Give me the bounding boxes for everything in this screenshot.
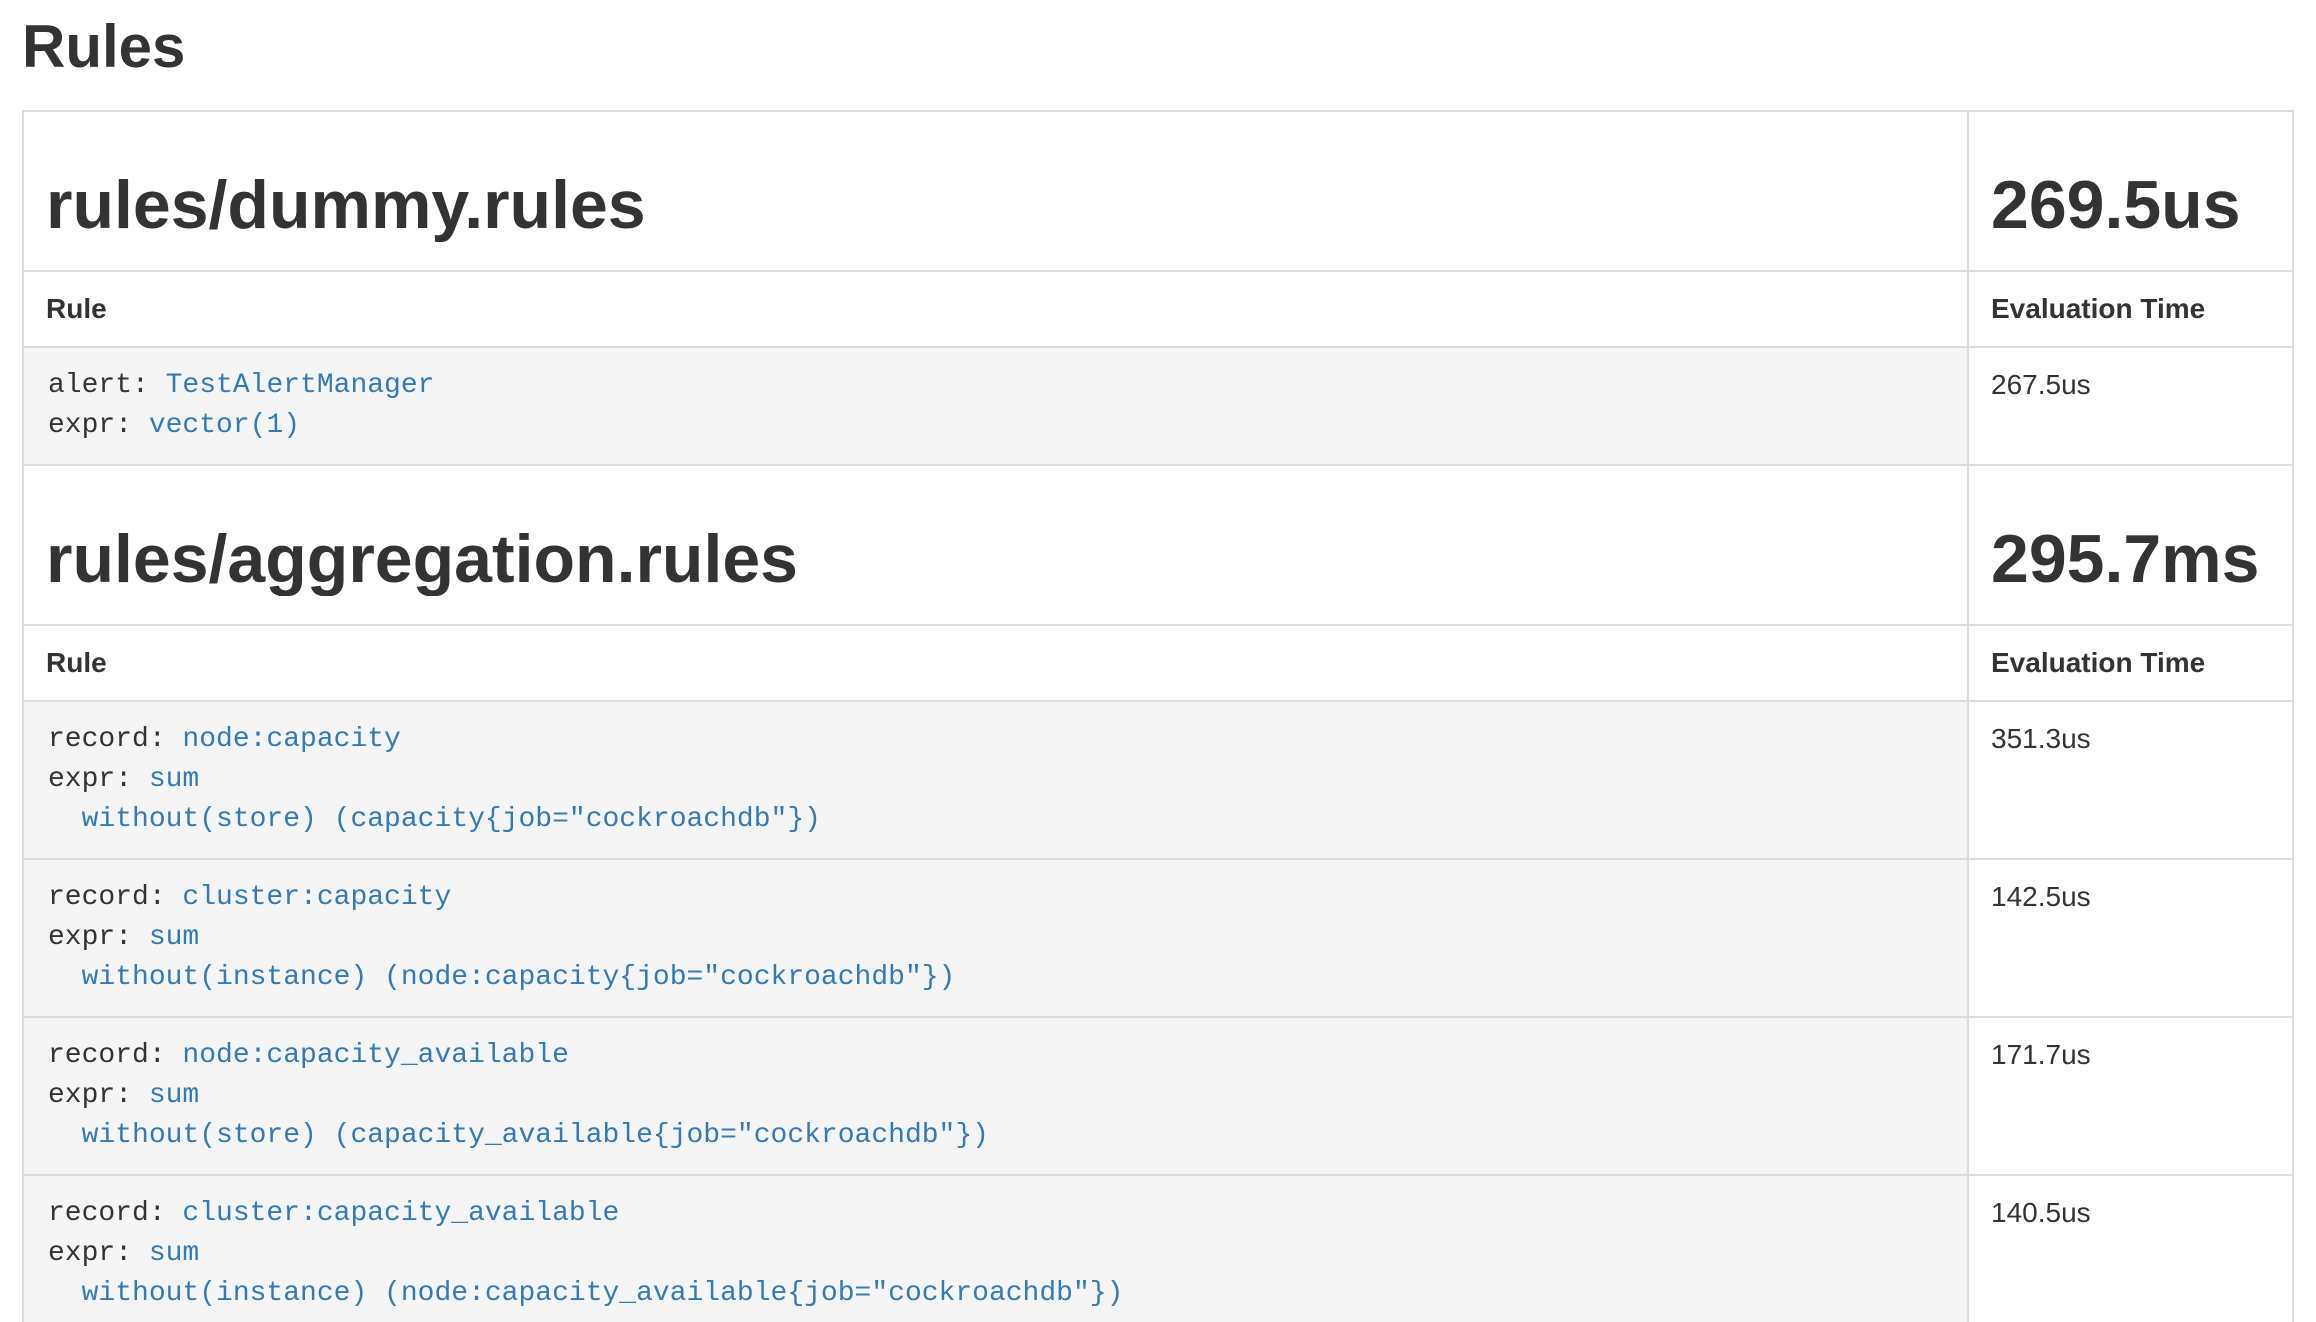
group-eval-time: 269.5us	[1991, 168, 2270, 242]
rule-cell: record: cluster:capacity expr: sum witho…	[23, 859, 1968, 1017]
eval-time-cell: 351.3us	[1968, 701, 2293, 859]
rules-table: rules/dummy.rules 269.5us Rule Evaluatio…	[22, 110, 2294, 1322]
eval-time-cell: 142.5us	[1968, 859, 2293, 1017]
column-header-row: Rule Evaluation Time	[23, 625, 2293, 701]
rule-cell: alert: TestAlertManager expr: vector(1)	[23, 347, 1968, 465]
rules-page: Rules rules/dummy.rules 269.5us Rule Eva…	[22, 14, 2294, 1322]
rule-keyword: expr:	[48, 410, 149, 441]
rule-link[interactable]: node:capacity_available	[182, 1040, 568, 1071]
eval-column-header: Evaluation Time	[1968, 271, 2293, 347]
rule-row: record: cluster:capacity_available expr:…	[23, 1175, 2293, 1322]
eval-time-cell: 140.5us	[1968, 1175, 2293, 1322]
group-name: rules/dummy.rules	[46, 168, 1945, 242]
rule-code: record: node:capacity_available expr: su…	[24, 1018, 1967, 1174]
group-name-cell: rules/dummy.rules	[23, 111, 1968, 271]
rule-link[interactable]: node:capacity	[182, 724, 400, 755]
group-eval-time-cell: 295.7ms	[1968, 465, 2293, 625]
rule-keyword: record:	[48, 1198, 182, 1229]
rule-code: record: cluster:capacity_available expr:…	[24, 1176, 1967, 1322]
rule-code: alert: TestAlertManager expr: vector(1)	[24, 348, 1967, 464]
group-name: rules/aggregation.rules	[46, 522, 1945, 596]
rule-link[interactable]: sum without(instance) (node:capacity_ava…	[48, 1238, 1123, 1309]
group-eval-time-cell: 269.5us	[1968, 111, 2293, 271]
rule-link[interactable]: sum without(store) (capacity_available{j…	[48, 1080, 989, 1151]
rule-link[interactable]: TestAlertManager	[166, 370, 435, 401]
group-header-row: rules/dummy.rules 269.5us	[23, 111, 2293, 271]
rule-keyword: record:	[48, 882, 182, 913]
rule-keyword: record:	[48, 724, 182, 755]
group-header-row: rules/aggregation.rules 295.7ms	[23, 465, 2293, 625]
eval-time-cell: 267.5us	[1968, 347, 2293, 465]
rule-cell: record: node:capacity expr: sum without(…	[23, 701, 1968, 859]
rule-keyword: expr:	[48, 1238, 149, 1269]
group-eval-time: 295.7ms	[1991, 522, 2270, 596]
rule-link[interactable]: cluster:capacity	[182, 882, 451, 913]
rule-code: record: node:capacity expr: sum without(…	[24, 702, 1967, 858]
rule-keyword: expr:	[48, 922, 149, 953]
rules-table-body: rules/dummy.rules 269.5us Rule Evaluatio…	[23, 111, 2293, 1322]
column-header-row: Rule Evaluation Time	[23, 271, 2293, 347]
rule-keyword: record:	[48, 1040, 182, 1071]
rule-link[interactable]: vector(1)	[149, 410, 300, 441]
eval-column-header: Evaluation Time	[1968, 625, 2293, 701]
eval-time-cell: 171.7us	[1968, 1017, 2293, 1175]
rule-row: alert: TestAlertManager expr: vector(1) …	[23, 347, 2293, 465]
rule-link[interactable]: cluster:capacity_available	[182, 1198, 619, 1229]
page-title: Rules	[22, 14, 2294, 80]
rule-row: record: node:capacity expr: sum without(…	[23, 701, 2293, 859]
rule-keyword: expr:	[48, 764, 149, 795]
rule-link[interactable]: sum without(store) (capacity{job="cockro…	[48, 764, 821, 835]
group-name-cell: rules/aggregation.rules	[23, 465, 1968, 625]
rule-code: record: cluster:capacity expr: sum witho…	[24, 860, 1967, 1016]
rule-link[interactable]: sum without(instance) (node:capacity{job…	[48, 922, 955, 993]
rule-column-header: Rule	[23, 625, 1968, 701]
rule-keyword: expr:	[48, 1080, 149, 1111]
rule-cell: record: cluster:capacity_available expr:…	[23, 1175, 1968, 1322]
rule-keyword: alert:	[48, 370, 166, 401]
rule-row: record: node:capacity_available expr: su…	[23, 1017, 2293, 1175]
rule-column-header: Rule	[23, 271, 1968, 347]
rule-cell: record: node:capacity_available expr: su…	[23, 1017, 1968, 1175]
rule-row: record: cluster:capacity expr: sum witho…	[23, 859, 2293, 1017]
